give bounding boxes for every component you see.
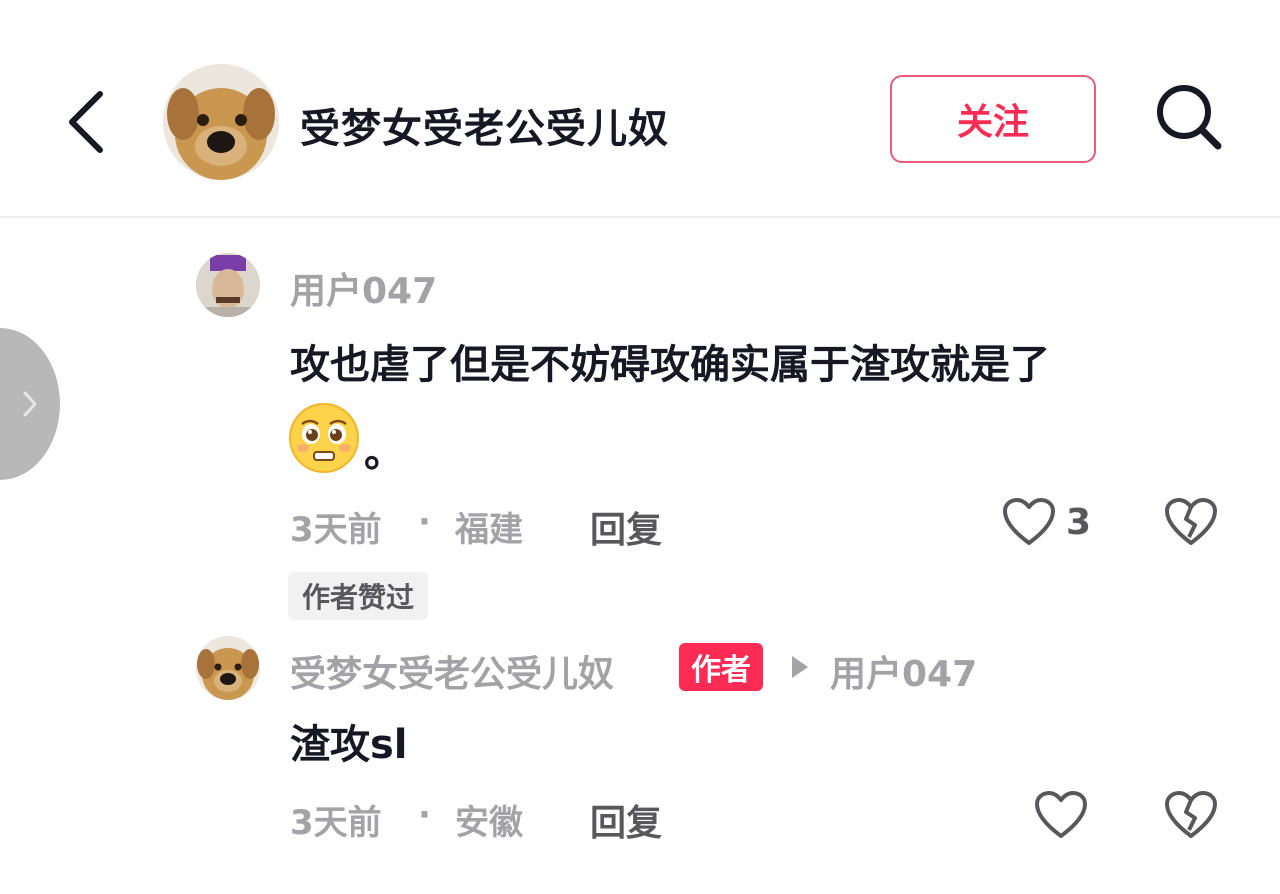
reply-to-username[interactable]: 用户047 xyxy=(830,645,977,697)
like-button[interactable] xyxy=(1034,790,1088,844)
search-button[interactable] xyxy=(1152,80,1226,154)
heart-icon xyxy=(1003,498,1055,545)
like-count: 3 xyxy=(1066,502,1092,543)
broken-heart-icon xyxy=(1165,791,1217,838)
comment-time: 3天前 xyxy=(290,803,382,843)
header-divider xyxy=(0,216,1280,218)
like-button[interactable] xyxy=(1002,497,1056,551)
dog-avatar-image xyxy=(163,64,279,180)
comment-location: 安徽 xyxy=(455,803,523,843)
reply-arrow-icon xyxy=(790,654,810,684)
reply-button[interactable]: 回复 xyxy=(590,501,662,553)
profile-avatar[interactable] xyxy=(163,64,279,180)
comment-text: 渣攻sl xyxy=(290,722,408,768)
author-liked-tag: 作者赞过 xyxy=(288,572,429,620)
comment-username[interactable]: 用户047 xyxy=(290,262,437,314)
follow-button[interactable]: 关注 xyxy=(890,75,1096,163)
commenter-avatar[interactable] xyxy=(196,636,260,700)
comment-username[interactable]: 受梦女受老公受儿奴 xyxy=(290,645,614,697)
meta-separator: · xyxy=(418,795,431,835)
meta-separator: · xyxy=(418,502,431,542)
side-drawer-handle[interactable] xyxy=(0,328,60,480)
chevron-right-icon xyxy=(23,391,37,417)
chevron-left-icon xyxy=(69,91,103,153)
commenter-avatar[interactable] xyxy=(196,253,260,317)
comment-time: 3天前 xyxy=(290,510,382,550)
page-title: 受梦女受老公受儿奴 xyxy=(300,106,669,152)
dislike-button[interactable] xyxy=(1164,790,1218,844)
back-button[interactable] xyxy=(60,86,116,158)
broken-heart-icon xyxy=(1165,498,1217,545)
dislike-button[interactable] xyxy=(1164,497,1218,551)
dog-avatar-image xyxy=(196,636,260,700)
search-icon xyxy=(1157,85,1222,150)
comment-text-suffix: 。 xyxy=(364,430,404,476)
author-badge: 作者 xyxy=(679,643,763,691)
heart-icon xyxy=(1035,791,1087,838)
pleading-face-emoji xyxy=(288,402,360,474)
reply-button[interactable]: 回复 xyxy=(590,794,662,846)
user-avatar-image xyxy=(196,253,260,317)
comment-location: 福建 xyxy=(455,510,523,550)
comment-text: 攻也虐了但是不妨碍攻确实属于渣攻就是了 xyxy=(290,342,1050,388)
